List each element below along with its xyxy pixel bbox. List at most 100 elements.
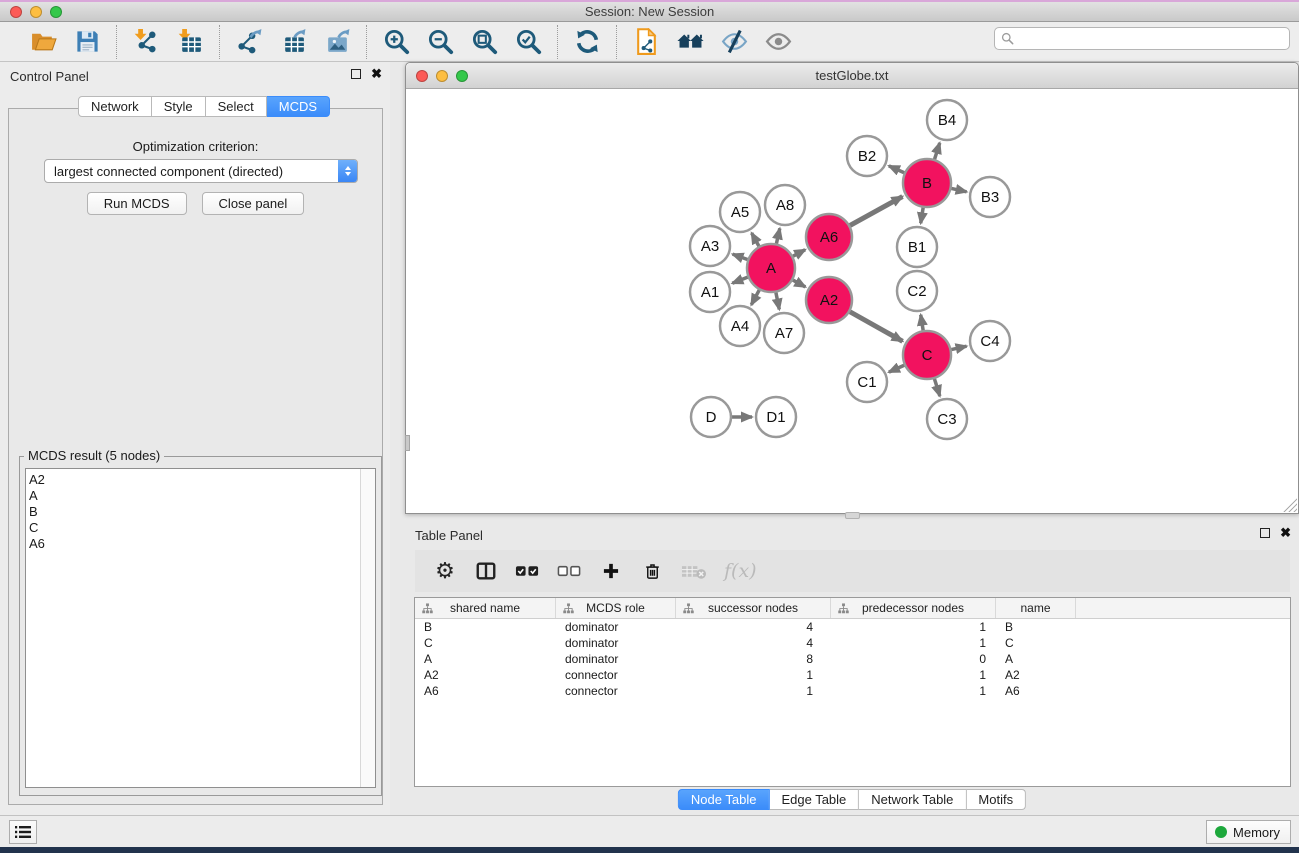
horizontal-divider-handle[interactable] — [845, 512, 860, 519]
node-C1[interactable]: C1 — [847, 362, 887, 402]
minimize-network-window-button[interactable] — [436, 70, 448, 82]
export-image-icon[interactable] — [322, 27, 352, 57]
criterion-select[interactable]: largest connected component (directed) — [44, 159, 358, 183]
edge-A-A4[interactable] — [751, 290, 759, 305]
open-session-icon[interactable] — [28, 27, 58, 57]
zoom-network-window-button[interactable] — [456, 70, 468, 82]
save-session-icon[interactable] — [72, 27, 102, 57]
tab-style[interactable]: Style — [152, 96, 206, 117]
close-window-button[interactable] — [10, 6, 22, 18]
node-C2[interactable]: C2 — [897, 271, 937, 311]
tab-network-table[interactable]: Network Table — [859, 789, 966, 810]
export-table-icon[interactable] — [278, 27, 308, 57]
node-D1[interactable]: D1 — [756, 397, 796, 437]
table-cell[interactable]: connector — [556, 683, 676, 699]
node-A7[interactable]: A7 — [764, 313, 804, 353]
node-A8[interactable]: A8 — [765, 185, 805, 225]
edge-B-B2[interactable] — [889, 166, 904, 173]
edge-A-A8[interactable] — [776, 228, 779, 243]
edge-B-B4[interactable] — [935, 143, 940, 159]
float-panel-icon[interactable] — [351, 69, 361, 79]
table-cell[interactable]: A2 — [996, 667, 1076, 683]
mcds-result-item[interactable]: C — [29, 520, 360, 536]
table-cell[interactable]: dominator — [556, 651, 676, 667]
node-B1[interactable]: B1 — [897, 227, 937, 267]
node-D[interactable]: D — [691, 397, 731, 437]
memory-button[interactable]: Memory — [1206, 820, 1291, 844]
table-cell[interactable]: A6 — [415, 683, 556, 699]
mcds-result-item[interactable]: A — [29, 488, 360, 504]
edge-C-C2[interactable] — [921, 315, 923, 331]
tab-node-table[interactable]: Node Table — [678, 789, 770, 810]
zoom-fit-icon[interactable] — [469, 27, 499, 57]
delete-row-icon[interactable] — [640, 558, 664, 584]
table-cell[interactable]: 8 — [676, 651, 831, 667]
table-cell[interactable]: connector — [556, 667, 676, 683]
column-header-predecessor-nodes[interactable]: predecessor nodes — [831, 598, 996, 618]
table-cell[interactable]: 4 — [676, 619, 831, 635]
close-network-window-button[interactable] — [416, 70, 428, 82]
table-cell[interactable]: A6 — [996, 683, 1076, 699]
node-B[interactable]: B — [903, 159, 951, 207]
table-row[interactable]: A2connector11A2 — [415, 667, 1290, 683]
table-cell[interactable]: dominator — [556, 619, 676, 635]
edge-A2-C[interactable] — [850, 312, 903, 342]
close-panel-icon[interactable]: ✖ — [371, 69, 382, 79]
table-row[interactable]: A6connector11A6 — [415, 683, 1290, 699]
export-network-icon[interactable] — [234, 27, 264, 57]
tab-edge-table[interactable]: Edge Table — [769, 789, 859, 810]
network-window-titlebar[interactable]: testGlobe.txt — [406, 63, 1298, 89]
show-columns-icon[interactable] — [474, 558, 498, 584]
import-table-icon[interactable] — [175, 27, 205, 57]
table-cell[interactable]: 1 — [676, 683, 831, 699]
edge-C-C1[interactable] — [889, 365, 904, 372]
table-row[interactable]: Cdominator41C — [415, 635, 1290, 651]
node-A1[interactable]: A1 — [690, 272, 730, 312]
node-C4[interactable]: C4 — [970, 321, 1010, 361]
table-cell[interactable]: B — [415, 619, 556, 635]
node-A5[interactable]: A5 — [720, 192, 760, 232]
edge-A-A5[interactable] — [752, 233, 759, 246]
edge-A-A3[interactable] — [733, 254, 748, 259]
show-panels-icon[interactable] — [763, 27, 793, 57]
table-row[interactable]: Bdominator41B — [415, 619, 1290, 635]
mcds-result-item[interactable]: A6 — [29, 536, 360, 552]
node-A2[interactable]: A2 — [806, 277, 852, 323]
panel-divider-handle[interactable] — [405, 435, 410, 451]
import-network-icon[interactable] — [131, 27, 161, 57]
edge-A-A6[interactable] — [793, 250, 805, 256]
scrollbar-track[interactable] — [360, 469, 375, 787]
apply-layout-icon[interactable] — [572, 27, 602, 57]
edge-A-A2[interactable] — [793, 280, 805, 287]
node-A4[interactable]: A4 — [720, 306, 760, 346]
float-table-panel-icon[interactable] — [1260, 528, 1270, 538]
table-cell[interactable]: 1 — [831, 635, 996, 651]
table-cell[interactable]: A2 — [415, 667, 556, 683]
network-canvas[interactable]: B4B2BB3A5A8A6B1A3AC2A1A2A4A7C4CC1C3DD1 — [406, 89, 1298, 513]
node-B4[interactable]: B4 — [927, 100, 967, 140]
table-cell[interactable]: 1 — [831, 619, 996, 635]
search-field[interactable] — [994, 27, 1290, 50]
table-cell[interactable]: 1 — [831, 683, 996, 699]
zoom-out-icon[interactable] — [425, 27, 455, 57]
add-row-icon[interactable] — [599, 558, 623, 584]
hide-panels-icon[interactable] — [719, 27, 749, 57]
show-panels-list-button[interactable] — [9, 820, 37, 844]
close-panel-button[interactable]: Close panel — [202, 192, 305, 215]
node-C[interactable]: C — [903, 331, 951, 379]
column-header-name[interactable]: name — [996, 598, 1076, 618]
deselect-all-icon[interactable] — [557, 558, 582, 584]
table-cell[interactable]: B — [996, 619, 1076, 635]
table-cell[interactable]: 0 — [831, 651, 996, 667]
edge-C-C3[interactable] — [934, 379, 939, 396]
table-settings-icon[interactable]: ⚙ — [433, 558, 457, 584]
network-from-file-icon[interactable] — [631, 27, 661, 57]
column-header-shared-name[interactable]: shared name — [415, 598, 556, 618]
edge-A6-B[interactable] — [850, 197, 902, 226]
table-cell[interactable]: 1 — [676, 667, 831, 683]
node-A6[interactable]: A6 — [806, 214, 852, 260]
table-cell[interactable]: 1 — [831, 667, 996, 683]
tab-motifs[interactable]: Motifs — [966, 789, 1026, 810]
search-input[interactable] — [1018, 32, 1283, 46]
node-B2[interactable]: B2 — [847, 136, 887, 176]
